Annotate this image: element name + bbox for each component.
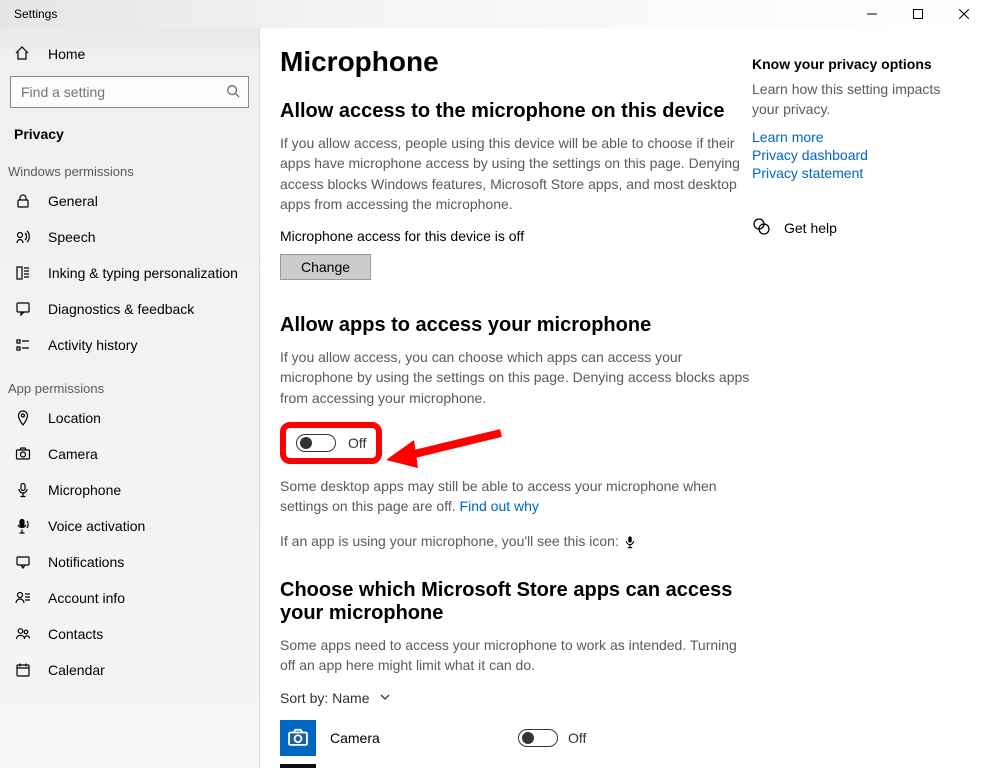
app-row-cortana: Cortana Off	[280, 764, 750, 768]
sidebar-item-activity-history[interactable]: Activity history	[0, 327, 259, 363]
microphone-indicator-icon	[623, 535, 637, 549]
annotation-highlight: Off	[280, 422, 382, 464]
sidebar-home[interactable]: Home	[0, 28, 259, 72]
window-title: Settings	[0, 7, 57, 21]
sidebar-item-general[interactable]: General	[0, 183, 259, 219]
learn-more-link[interactable]: Learn more	[752, 129, 967, 145]
sidebar-item-speech[interactable]: Speech	[0, 219, 259, 255]
nav-label: Microphone	[48, 482, 121, 498]
nav-label: Activity history	[48, 337, 137, 353]
camera-app-icon	[280, 720, 316, 756]
location-icon	[14, 410, 32, 426]
home-icon	[14, 45, 32, 64]
sidebar-item-diagnostics[interactable]: Diagnostics & feedback	[0, 291, 259, 327]
account-icon	[14, 590, 32, 606]
get-help-label: Get help	[784, 220, 837, 236]
voice-icon	[14, 518, 32, 534]
desktop-apps-note: Some desktop apps may still be able to a…	[280, 476, 750, 517]
search-icon	[226, 84, 240, 101]
calendar-icon	[14, 662, 32, 678]
privacy-dashboard-link[interactable]: Privacy dashboard	[752, 147, 967, 163]
sort-control[interactable]: Sort by: Name	[280, 690, 750, 706]
app-row-camera: Camera Off	[280, 720, 750, 756]
allow-apps-toggle[interactable]	[296, 434, 336, 452]
nav-label: Location	[48, 410, 101, 426]
sidebar-item-microphone[interactable]: Microphone	[0, 472, 259, 508]
section-desc: If you allow access, you can choose whic…	[280, 347, 750, 408]
section-heading-device-access: Allow access to the microphone on this d…	[280, 100, 750, 123]
app-name: Camera	[330, 730, 504, 746]
chevron-down-icon	[379, 690, 391, 706]
sidebar-group-app-permissions: App permissions	[0, 363, 259, 400]
section-desc: If you allow access, people using this d…	[280, 133, 750, 214]
section-desc: Some apps need to access your microphone…	[280, 635, 750, 676]
sidebar: Home Privacy Windows permissions General…	[0, 28, 260, 768]
nav-label: Diagnostics & feedback	[48, 301, 194, 317]
get-help[interactable]: Get help	[752, 217, 967, 238]
speech-icon	[14, 229, 32, 245]
sidebar-item-calendar[interactable]: Calendar	[0, 652, 259, 688]
window-controls	[849, 0, 987, 28]
sidebar-home-label: Home	[48, 46, 85, 62]
microphone-icon	[14, 482, 32, 498]
feedback-icon	[14, 301, 32, 317]
nav-label: Camera	[48, 446, 98, 462]
mic-icon-note: If an app is using your microphone, you'…	[280, 531, 750, 551]
sidebar-section-title: Privacy	[0, 116, 259, 146]
aside-desc: Learn how this setting impacts your priv…	[752, 80, 967, 119]
inking-icon	[14, 265, 32, 281]
toggle-state-label: Off	[348, 435, 366, 451]
annotation-arrow-icon	[376, 418, 506, 478]
notifications-icon	[14, 554, 32, 570]
nav-label: Voice activation	[48, 518, 145, 534]
search-input[interactable]	[19, 83, 226, 101]
search-box[interactable]	[10, 76, 249, 108]
page-title: Microphone	[280, 46, 750, 78]
lock-icon	[14, 193, 32, 209]
aside-heading: Know your privacy options	[752, 56, 967, 72]
section-heading-app-access: Allow apps to access your microphone	[280, 314, 750, 337]
app-toggle-camera[interactable]	[518, 729, 558, 747]
cortana-app-icon	[280, 764, 316, 768]
privacy-statement-link[interactable]: Privacy statement	[752, 165, 967, 181]
sidebar-item-inking[interactable]: Inking & typing personalization	[0, 255, 259, 291]
minimize-button[interactable]	[849, 0, 895, 28]
main-content: Microphone Allow access to the microphon…	[260, 28, 987, 768]
nav-label: Account info	[48, 590, 125, 606]
sidebar-item-account-info[interactable]: Account info	[0, 580, 259, 616]
maximize-button[interactable]	[895, 0, 941, 28]
aside-panel: Know your privacy options Learn how this…	[752, 56, 967, 238]
sidebar-item-contacts[interactable]: Contacts	[0, 616, 259, 652]
sidebar-group-windows-permissions: Windows permissions	[0, 146, 259, 183]
sidebar-item-voice-activation[interactable]: Voice activation	[0, 508, 259, 544]
help-icon	[752, 217, 770, 238]
history-icon	[14, 337, 32, 353]
nav-label: Calendar	[48, 662, 105, 678]
find-out-why-link[interactable]: Find out why	[460, 498, 539, 514]
nav-label: Speech	[48, 229, 95, 245]
device-access-status: Microphone access for this device is off	[280, 228, 750, 244]
nav-label: Inking & typing personalization	[48, 265, 238, 281]
change-button[interactable]: Change	[280, 254, 371, 280]
sidebar-item-location[interactable]: Location	[0, 400, 259, 436]
nav-label: Notifications	[48, 554, 124, 570]
nav-label: Contacts	[48, 626, 103, 642]
close-button[interactable]	[941, 0, 987, 28]
camera-icon	[14, 446, 32, 462]
sidebar-item-camera[interactable]: Camera	[0, 436, 259, 472]
nav-label: General	[48, 193, 98, 209]
contacts-icon	[14, 626, 32, 642]
sidebar-item-notifications[interactable]: Notifications	[0, 544, 259, 580]
toggle-state-label: Off	[568, 730, 586, 746]
section-heading-store-apps: Choose which Microsoft Store apps can ac…	[280, 579, 750, 625]
title-bar: Settings	[0, 0, 987, 28]
